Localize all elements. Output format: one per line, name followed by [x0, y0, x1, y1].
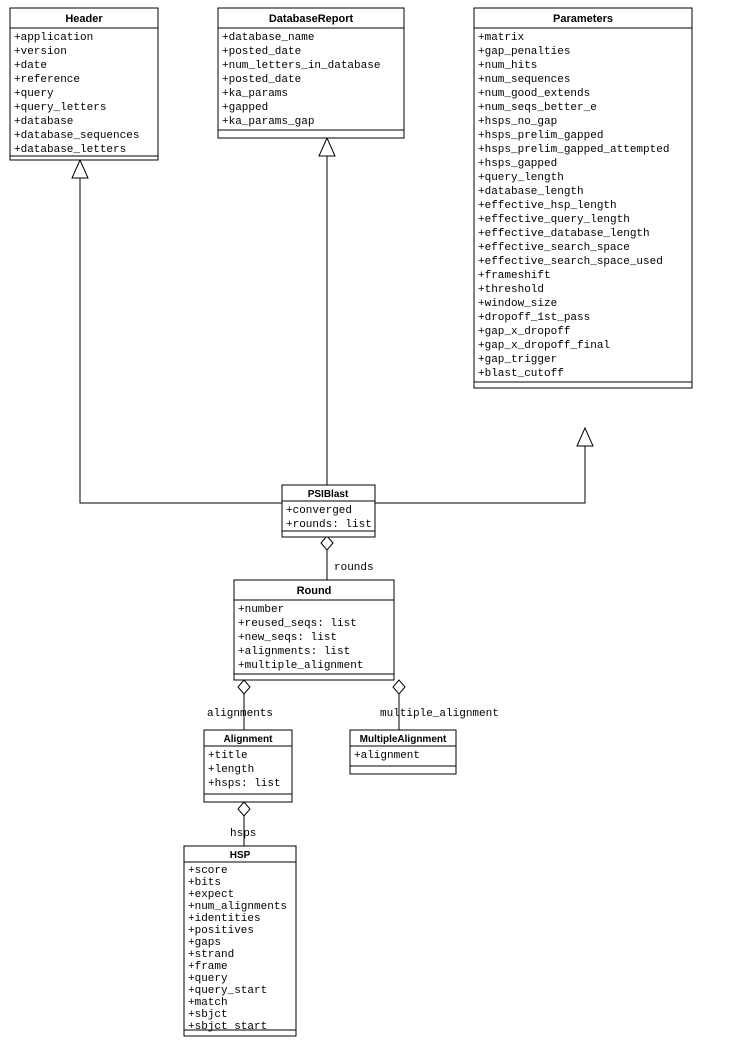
- svg-text:+expect: +expect: [188, 889, 234, 901]
- svg-text:+query_letters: +query_letters: [14, 102, 106, 114]
- svg-text:+hsps_prelim_gapped: +hsps_prelim_gapped: [478, 130, 603, 142]
- svg-text:+match: +match: [188, 997, 228, 1009]
- svg-text:+number: +number: [238, 604, 284, 616]
- svg-text:+sbjct_start: +sbjct_start: [188, 1021, 267, 1033]
- svg-text:+version: +version: [14, 46, 67, 58]
- svg-text:+posted_date: +posted_date: [222, 74, 301, 86]
- class-round: Round +number +reused_seqs: list +new_se…: [234, 580, 394, 680]
- svg-text:+new_seqs: list: +new_seqs: list: [238, 632, 337, 644]
- gen-psiblast-parameters: [375, 446, 585, 503]
- svg-text:+effective_search_space_used: +effective_search_space_used: [478, 256, 663, 268]
- svg-text:+hsps_no_gap: +hsps_no_gap: [478, 116, 557, 128]
- svg-text:+num_letters_in_database: +num_letters_in_database: [222, 60, 380, 72]
- svg-text:+gap_x_dropoff: +gap_x_dropoff: [478, 326, 570, 338]
- rel-multiplealign-label: multiple_alignment: [380, 708, 499, 720]
- svg-text:+effective_query_length: +effective_query_length: [478, 214, 630, 226]
- svg-text:+frame: +frame: [188, 961, 228, 973]
- svg-text:+num_hits: +num_hits: [478, 60, 537, 72]
- svg-text:+matrix: +matrix: [478, 32, 525, 44]
- svg-text:+hsps_gapped: +hsps_gapped: [478, 158, 557, 170]
- svg-text:Header: Header: [65, 13, 103, 25]
- svg-text:+num_sequences: +num_sequences: [478, 74, 570, 86]
- svg-text:HSP: HSP: [230, 850, 251, 861]
- svg-text:+window_size: +window_size: [478, 298, 557, 310]
- svg-text:+alignment: +alignment: [354, 750, 420, 762]
- class-psiblast: PSIBlast +converged +rounds: list: [282, 485, 375, 537]
- svg-text:+gapped: +gapped: [222, 102, 268, 114]
- svg-text:+identities: +identities: [188, 913, 261, 925]
- svg-text:+score: +score: [188, 865, 228, 877]
- svg-text:+ka_params_gap: +ka_params_gap: [222, 116, 314, 128]
- svg-text:PSIBlast: PSIBlast: [308, 489, 349, 500]
- svg-text:+ka_params: +ka_params: [222, 88, 288, 100]
- svg-text:+multiple_alignment: +multiple_alignment: [238, 660, 363, 672]
- svg-text:+gaps: +gaps: [188, 937, 221, 949]
- svg-text:+database_letters: +database_letters: [14, 144, 126, 156]
- svg-text:+effective_database_length: +effective_database_length: [478, 228, 650, 240]
- svg-text:Parameters: Parameters: [553, 13, 613, 25]
- svg-text:+query_length: +query_length: [478, 172, 564, 184]
- svg-text:+posted_date: +posted_date: [222, 46, 301, 58]
- svg-text:+rounds: list: +rounds: list: [286, 519, 372, 531]
- svg-text:+database_name: +database_name: [222, 32, 314, 44]
- class-header: Header +application +version +date +refe…: [10, 8, 158, 160]
- svg-text:+bits: +bits: [188, 877, 221, 889]
- svg-text:+query: +query: [188, 973, 228, 985]
- svg-text:+query_start: +query_start: [188, 985, 267, 997]
- svg-text:+effective_hsp_length: +effective_hsp_length: [478, 200, 617, 212]
- rel-rounds-label: rounds: [334, 562, 374, 574]
- class-multiplealignment: MultipleAlignment +alignment: [350, 730, 456, 774]
- svg-text:+query: +query: [14, 88, 54, 100]
- svg-text:+dropoff_1st_pass: +dropoff_1st_pass: [478, 312, 590, 324]
- svg-text:Alignment: Alignment: [224, 734, 274, 745]
- rel-alignments-label: alignments: [207, 708, 273, 720]
- svg-text:+num_seqs_better_e: +num_seqs_better_e: [478, 102, 597, 114]
- svg-text:+database: +database: [14, 116, 73, 128]
- svg-text:MultipleAlignment: MultipleAlignment: [360, 734, 447, 745]
- svg-text:+blast_cutoff: +blast_cutoff: [478, 368, 564, 380]
- svg-text:+threshold: +threshold: [478, 284, 544, 296]
- svg-text:+strand: +strand: [188, 949, 234, 961]
- svg-text:+database_sequences: +database_sequences: [14, 130, 139, 142]
- class-databasereport: DatabaseReport +database_name +posted_da…: [218, 8, 404, 138]
- svg-text:+reused_seqs: list: +reused_seqs: list: [238, 618, 357, 630]
- svg-text:+database_length: +database_length: [478, 186, 584, 198]
- svg-text:+num_good_extends: +num_good_extends: [478, 88, 590, 100]
- svg-text:+gap_penalties: +gap_penalties: [478, 46, 570, 58]
- svg-text:+sbjct: +sbjct: [188, 1009, 228, 1021]
- gen-psiblast-header: [80, 178, 282, 503]
- svg-text:+title: +title: [208, 750, 248, 762]
- svg-text:+num_alignments: +num_alignments: [188, 901, 287, 913]
- class-alignment: Alignment +title +length +hsps: list: [204, 730, 292, 802]
- svg-text:+application: +application: [14, 32, 93, 44]
- svg-text:+hsps: list: +hsps: list: [208, 778, 281, 790]
- svg-text:+frameshift: +frameshift: [478, 270, 551, 282]
- svg-text:+alignments: list: +alignments: list: [238, 646, 350, 658]
- svg-text:Round: Round: [297, 585, 332, 597]
- class-parameters: Parameters +matrix +gap_penalties +num_h…: [474, 8, 692, 388]
- svg-text:+hsps_prelim_gapped_attempted: +hsps_prelim_gapped_attempted: [478, 144, 669, 156]
- svg-text:+date: +date: [14, 60, 47, 72]
- svg-text:+reference: +reference: [14, 74, 80, 86]
- svg-text:+positives: +positives: [188, 925, 254, 937]
- class-hsp: HSP +score +bits +expect +num_alignments…: [184, 846, 296, 1036]
- svg-text:+length: +length: [208, 764, 254, 776]
- svg-text:+effective_search_space: +effective_search_space: [478, 242, 630, 254]
- svg-text:+gap_trigger: +gap_trigger: [478, 354, 557, 366]
- svg-text:DatabaseReport: DatabaseReport: [269, 13, 354, 25]
- svg-text:+converged: +converged: [286, 505, 352, 517]
- svg-text:+gap_x_dropoff_final: +gap_x_dropoff_final: [478, 340, 610, 352]
- rel-hsps-label: hsps: [230, 828, 256, 840]
